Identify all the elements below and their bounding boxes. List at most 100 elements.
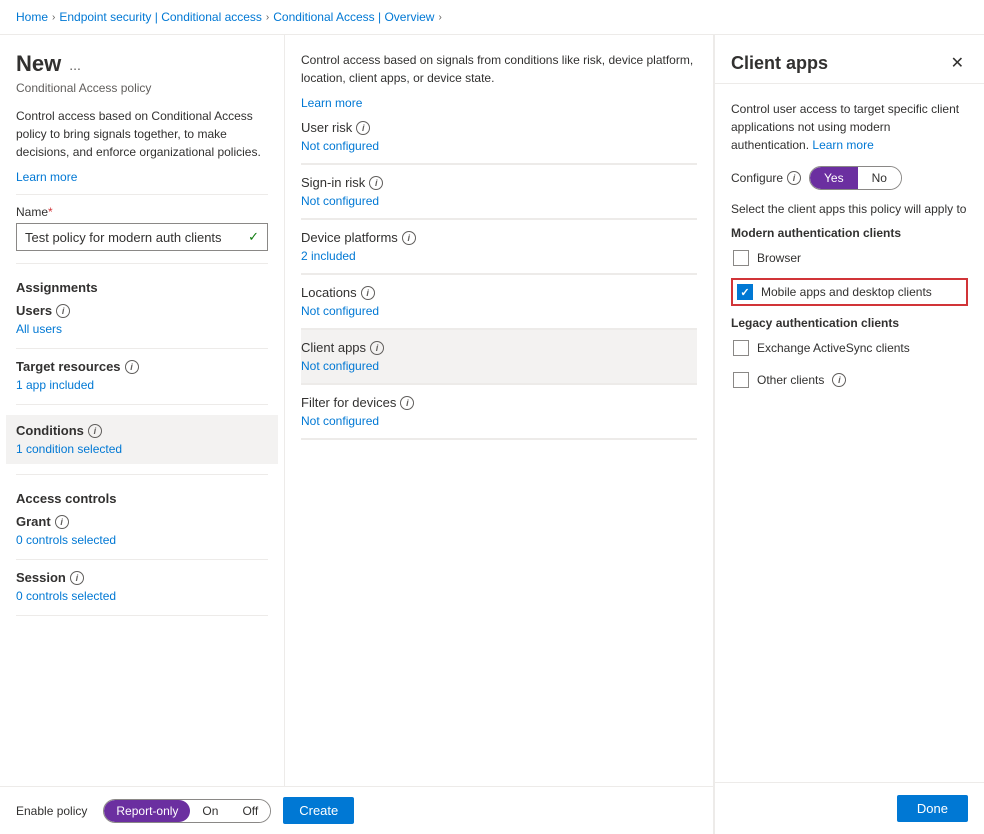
users-info-icon[interactable]: i: [56, 304, 70, 318]
condition-row-1[interactable]: Sign-in riskiNot configured: [301, 165, 697, 219]
condition-row-3[interactable]: Locationsi Not configured: [301, 275, 697, 329]
users-section: Users i All users: [16, 303, 268, 336]
page-title: New: [16, 51, 61, 77]
exchange-activesync-checkbox-row: Exchange ActiveSync clients: [731, 336, 968, 360]
side-panel-footer: Done: [715, 782, 984, 834]
name-input-value: Test policy for modern auth clients: [25, 230, 222, 245]
grant-value[interactable]: 0 controls selected: [16, 533, 268, 547]
condition-info-icon-4[interactable]: i: [370, 341, 384, 355]
toggle-on[interactable]: On: [190, 800, 230, 822]
done-button[interactable]: Done: [897, 795, 968, 822]
condition-info-icon-5[interactable]: i: [400, 396, 414, 410]
other-clients-checkbox[interactable]: [733, 372, 749, 388]
configure-label: Configure i: [731, 171, 801, 185]
page-description: Control access based on Conditional Acce…: [16, 107, 268, 161]
target-resources-title: Target resources i: [16, 359, 268, 374]
breadcrumb-sep-3: ›: [438, 12, 441, 23]
close-button[interactable]: ✕: [947, 51, 968, 75]
modern-auth-label: Modern authentication clients: [731, 226, 968, 240]
condition-row-0[interactable]: User riski Not configured: [301, 110, 697, 164]
browser-checkbox-row: Browser: [731, 246, 968, 270]
conditions-description: Control access based on signals from con…: [301, 51, 697, 87]
configure-row: Configure i Yes No: [731, 166, 968, 190]
other-clients-label: Other clients: [757, 373, 824, 387]
condition-info-icon-2[interactable]: i: [402, 231, 416, 245]
bottom-bar: Enable policy Report-only On Off Create: [0, 786, 713, 834]
breadcrumb-home[interactable]: Home: [16, 10, 48, 24]
condition-value-0: Not configured: [301, 139, 697, 153]
condition-title-0: User riski: [301, 120, 697, 135]
other-clients-info-icon[interactable]: i: [832, 373, 846, 387]
users-value[interactable]: All users: [16, 322, 268, 336]
session-section: Session i 0 controls selected: [16, 570, 268, 603]
breadcrumb: Home › Endpoint security | Conditional a…: [0, 0, 984, 35]
browser-checkbox[interactable]: [733, 250, 749, 266]
enable-policy-label: Enable policy: [16, 804, 87, 818]
grant-info-icon[interactable]: i: [55, 515, 69, 529]
side-panel-header: Client apps ✕: [715, 35, 984, 84]
mobile-desktop-checkbox[interactable]: [737, 284, 753, 300]
condition-row-2[interactable]: Device platformsi 2 included: [301, 220, 697, 274]
mobile-desktop-label: Mobile apps and desktop clients: [761, 285, 932, 299]
condition-title-3: Locationsi: [301, 285, 697, 300]
name-input[interactable]: Test policy for modern auth clients ✓: [16, 223, 268, 251]
assignments-label: Assignments: [16, 280, 268, 295]
breadcrumb-conditional-access[interactable]: Conditional Access | Overview: [273, 10, 434, 24]
condition-value-5: Not configured: [301, 414, 697, 428]
side-panel-description: Control user access to target specific c…: [731, 100, 968, 154]
apply-label: Select the client apps this policy will …: [731, 202, 968, 216]
left-column: New ... Conditional Access policy Contro…: [0, 35, 285, 786]
toggle-report-only[interactable]: Report-only: [104, 800, 190, 822]
conditions-title: Conditions i: [16, 423, 268, 438]
breadcrumb-sep-1: ›: [52, 12, 55, 23]
create-button[interactable]: Create: [283, 797, 354, 824]
client-apps-side-panel: Client apps ✕ Control user access to tar…: [714, 35, 984, 834]
condition-row-5[interactable]: Filter for devicesi Not configured: [301, 385, 697, 439]
target-resources-value[interactable]: 1 app included: [16, 378, 268, 392]
page-dots: ...: [69, 57, 81, 73]
learn-more-link[interactable]: Learn more: [16, 170, 77, 184]
condition-title-5: Filter for devicesi: [301, 395, 697, 410]
target-resources-section: Target resources i 1 app included: [16, 359, 268, 392]
exchange-activesync-label: Exchange ActiveSync clients: [757, 341, 910, 355]
conditions-value[interactable]: 1 condition selected: [16, 442, 268, 456]
condition-title-2: Device platformsi: [301, 230, 697, 245]
yes-no-toggle[interactable]: Yes No: [809, 166, 902, 190]
condition-value-3: Not configured: [301, 304, 697, 318]
condition-title-4: Client appsi: [301, 340, 697, 355]
name-check-icon: ✓: [248, 229, 259, 245]
conditions-info-icon[interactable]: i: [88, 424, 102, 438]
condition-info-icon-1[interactable]: i: [369, 176, 383, 190]
policy-toggle-group[interactable]: Report-only On Off: [103, 799, 271, 823]
session-info-icon[interactable]: i: [70, 571, 84, 585]
breadcrumb-sep-2: ›: [266, 12, 269, 23]
conditions-detail-column: Control access based on signals from con…: [285, 35, 713, 786]
toggle-off[interactable]: Off: [230, 800, 270, 822]
session-value[interactable]: 0 controls selected: [16, 589, 268, 603]
side-panel-body: Control user access to target specific c…: [715, 84, 984, 782]
page-subtitle: Conditional Access policy: [16, 81, 268, 95]
condition-info-icon-0[interactable]: i: [356, 121, 370, 135]
target-resources-info-icon[interactable]: i: [125, 360, 139, 374]
exchange-activesync-checkbox[interactable]: [733, 340, 749, 356]
condition-row-4[interactable]: Client appsi Not configured: [301, 330, 697, 384]
browser-label: Browser: [757, 251, 801, 265]
mobile-desktop-checkbox-row: Mobile apps and desktop clients: [731, 278, 968, 306]
conditions-section: Conditions i 1 condition selected: [6, 415, 278, 464]
access-controls-label: Access controls: [16, 491, 268, 506]
condition-value-2: 2 included: [301, 249, 697, 263]
side-panel-learn-more[interactable]: Learn more: [812, 138, 873, 152]
configure-info-icon[interactable]: i: [787, 171, 801, 185]
side-panel-title: Client apps: [731, 53, 828, 74]
configure-no-button[interactable]: No: [858, 167, 901, 189]
legacy-auth-label: Legacy authentication clients: [731, 316, 968, 330]
condition-info-icon-3[interactable]: i: [361, 286, 375, 300]
condition-value-1: Not configured: [301, 194, 697, 208]
breadcrumb-endpoint-security[interactable]: Endpoint security | Conditional access: [59, 10, 262, 24]
other-clients-checkbox-row: Other clients i: [731, 368, 968, 392]
grant-section: Grant i 0 controls selected: [16, 514, 268, 547]
name-label: Name*: [16, 205, 268, 219]
condition-value-4: Not configured: [301, 359, 697, 373]
conditions-learn-more[interactable]: Learn more: [301, 96, 362, 110]
configure-yes-button[interactable]: Yes: [810, 167, 858, 189]
